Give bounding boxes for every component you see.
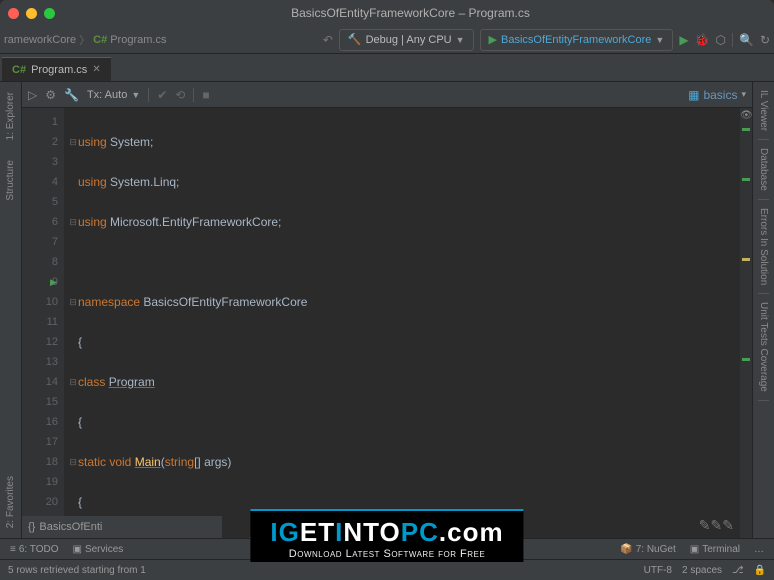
csharp-icon: C# bbox=[12, 64, 26, 76]
editor-toolbar: ▷ ⚙ 🔧 Tx: Auto ▼ ✔ ⟲ ■ ▦ basics ▾ bbox=[22, 82, 752, 108]
chevron-down-icon: ▼ bbox=[131, 90, 140, 100]
editor-tabbar: C# Program.cs ✕ bbox=[0, 54, 774, 82]
build-config-dropdown[interactable]: 🔨 Debug | Any CPU ▼ bbox=[339, 29, 474, 51]
right-toolwindows: IL Viewer Database Errors In Solution Un… bbox=[752, 82, 774, 538]
scrollmark bbox=[742, 358, 750, 361]
play-icon[interactable]: ▷ bbox=[28, 88, 37, 102]
tab-terminal[interactable]: ▣Terminal bbox=[684, 544, 746, 555]
breadcrumb-folder: rameworkCore bbox=[4, 34, 76, 46]
run-config-dropdown[interactable]: ▶ BasicsOfEntityFrameworkCore ▼ bbox=[480, 29, 674, 51]
tab-todo[interactable]: ≡6: TODO bbox=[4, 544, 65, 555]
braces-icon: {} bbox=[28, 521, 35, 533]
banner-title: IGETINTOPC.com bbox=[270, 517, 503, 548]
scrollmark bbox=[742, 258, 750, 261]
tx-dropdown[interactable]: Tx: Auto ▼ bbox=[87, 89, 140, 101]
tab-label: Program.cs bbox=[31, 64, 87, 76]
eye-icon[interactable]: 👁 bbox=[740, 110, 752, 121]
hammer-icon: 🔨 bbox=[348, 33, 362, 46]
minimize-icon[interactable] bbox=[26, 8, 37, 19]
pencils-icon[interactable]: ✎✎✎ bbox=[699, 517, 734, 534]
cube-icon: ▦ bbox=[688, 88, 699, 102]
breadcrumb-sep: 〉 bbox=[79, 32, 90, 48]
nav-crumbs[interactable]: {} BasicsOfEnti bbox=[22, 516, 222, 538]
tab-services[interactable]: ▣Services bbox=[67, 544, 130, 555]
window-title: BasicsOfEntityFrameworkCore – Program.cs bbox=[55, 6, 766, 20]
tool-tests[interactable]: Unit Tests Coverage bbox=[758, 294, 769, 401]
csharp-icon: C# bbox=[93, 34, 107, 46]
watermark-banner: IGETINTOPC.com Download Latest Software … bbox=[250, 509, 523, 562]
crumb-label: BasicsOfEnti bbox=[39, 521, 102, 533]
run-gutter-icon[interactable]: ▶ bbox=[50, 272, 57, 292]
breadcrumb-file: Program.cs bbox=[110, 34, 166, 46]
code-editor[interactable]: 1 2 3 4 5 6 7 8 9▶ 10 11 12 13 14 15 16 … bbox=[22, 108, 752, 538]
tab-nuget[interactable]: 📦7: NuGet bbox=[614, 544, 681, 555]
run-button[interactable]: ▶ bbox=[679, 33, 688, 47]
search-icon[interactable]: 🔍 bbox=[739, 33, 754, 47]
navbar: rameworkCore 〉 C# Program.cs ↶ 🔨 Debug |… bbox=[0, 26, 774, 54]
close-icon[interactable] bbox=[8, 8, 19, 19]
config-label: Debug | Any CPU bbox=[366, 34, 452, 46]
scrollmark bbox=[742, 178, 750, 181]
window-controls bbox=[8, 8, 55, 19]
scrollbar-map[interactable]: 👁 bbox=[740, 108, 752, 538]
banner-subtitle: Download Latest Software for Free bbox=[270, 548, 503, 560]
attach-button[interactable]: ⬡ bbox=[716, 33, 726, 47]
tool-explorer[interactable]: 1: Explorer bbox=[5, 82, 16, 150]
tab-more[interactable]: … bbox=[748, 544, 770, 555]
status-encoding[interactable]: UTF-8 bbox=[644, 565, 672, 576]
tool-errors[interactable]: Errors In Solution bbox=[758, 200, 769, 294]
project-label: BasicsOfEntityFrameworkCore bbox=[501, 34, 651, 46]
close-icon[interactable]: ✕ bbox=[92, 64, 100, 75]
titlebar: BasicsOfEntityFrameworkCore – Program.cs bbox=[0, 0, 774, 26]
rollback-icon[interactable]: ⟲ bbox=[175, 88, 185, 102]
tool-structure[interactable]: Structure bbox=[5, 150, 16, 211]
commit-icon[interactable]: ✔ bbox=[157, 88, 167, 102]
lock-icon[interactable]: 🔒 bbox=[754, 565, 766, 576]
line-gutter: 1 2 3 4 5 6 7 8 9▶ 10 11 12 13 14 15 16 … bbox=[22, 108, 64, 538]
git-branch-icon[interactable]: ⎇ bbox=[732, 565, 744, 576]
status-indent[interactable]: 2 spaces bbox=[682, 565, 722, 576]
play-icon: ▶ bbox=[489, 33, 497, 46]
update-icon[interactable]: ↻ bbox=[760, 33, 770, 47]
breadcrumb[interactable]: rameworkCore 〉 C# Program.cs bbox=[4, 32, 166, 48]
tool-database[interactable]: Database bbox=[758, 140, 769, 200]
maximize-icon[interactable] bbox=[44, 8, 55, 19]
tool-favorites[interactable]: 2: Favorites bbox=[5, 466, 16, 538]
left-toolwindows: 1: Explorer Structure 2: Favorites bbox=[0, 82, 22, 538]
undo-icon[interactable]: ↶ bbox=[323, 33, 333, 47]
stop-icon[interactable]: ■ bbox=[202, 88, 209, 102]
tab-program-cs[interactable]: C# Program.cs ✕ bbox=[2, 57, 111, 81]
status-message: 5 rows retrieved starting from 1 bbox=[8, 565, 146, 576]
chevron-down-icon: ▼ bbox=[655, 35, 664, 45]
tool-ilviewer[interactable]: IL Viewer bbox=[758, 82, 769, 140]
scrollmark bbox=[742, 128, 750, 131]
code-content[interactable]: ⊟using System; using System.Linq; ⊟using… bbox=[64, 108, 740, 538]
status-bar: 5 rows retrieved starting from 1 UTF-8 2… bbox=[0, 559, 774, 580]
chevron-down-icon: ▾ bbox=[741, 89, 746, 100]
gear-icon[interactable]: ⚙ bbox=[45, 88, 56, 102]
wrench-icon[interactable]: 🔧 bbox=[64, 88, 79, 102]
chevron-down-icon: ▼ bbox=[456, 35, 465, 45]
scope-chip[interactable]: ▦ basics ▾ bbox=[688, 88, 746, 102]
debug-button[interactable]: 🐞 bbox=[695, 33, 710, 47]
